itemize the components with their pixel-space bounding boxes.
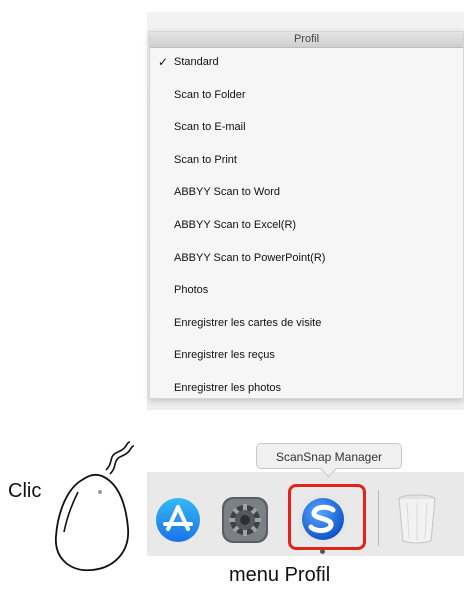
menu-item-save-photos[interactable]: Enregistrer les photos: [150, 374, 463, 407]
menu-item-receipts[interactable]: Enregistrer les reçus: [150, 341, 463, 374]
menu-item-abbyy-scan-to-excel[interactable]: ABBYY Scan to Excel(R): [150, 211, 463, 244]
menu-item-scan-to-folder[interactable]: Scan to Folder: [150, 81, 463, 114]
menu-item-label: Scan to Folder: [174, 88, 246, 101]
menu-item-label: ABBYY Scan to Word: [174, 186, 280, 199]
dock-tooltip: ScanSnap Manager: [256, 443, 402, 469]
profile-menu: Profil ✓ Standard Scan to Folder Scan to…: [149, 31, 464, 399]
menu-item-business-cards[interactable]: Enregistrer les cartes de visite: [150, 309, 463, 342]
menu-item-label: Scan to E-mail: [174, 121, 246, 134]
menu-item-label: Scan to Print: [174, 153, 237, 166]
menu-item-label: Photos: [174, 284, 209, 297]
app-store-icon[interactable]: [155, 497, 201, 543]
checkmark-icon: ✓: [158, 55, 169, 69]
menu-item-label: Enregistrer les cartes de visite: [174, 316, 322, 329]
menu-item-abbyy-scan-to-powerpoint[interactable]: ABBYY Scan to PowerPoint(R): [150, 244, 463, 277]
page: Profil ✓ Standard Scan to Folder Scan to…: [0, 0, 464, 592]
menu-item-scan-to-email[interactable]: Scan to E-mail: [150, 113, 463, 146]
click-label: Clic: [8, 480, 42, 502]
menu-item-label: ABBYY Scan to Excel(R): [174, 218, 297, 231]
menu-item-scan-to-print[interactable]: Scan to Print: [150, 146, 463, 179]
menu-caption: menu Profil: [229, 564, 331, 586]
menu-item-label: Standard: [174, 56, 219, 68]
dock-divider: [378, 490, 379, 546]
menu-item-label: Enregistrer les reçus: [174, 349, 275, 362]
scansnap-highlight: [288, 484, 366, 550]
trash-icon[interactable]: [395, 493, 439, 545]
menu-item-abbyy-scan-to-word[interactable]: ABBYY Scan to Word: [150, 178, 463, 211]
menu-title: Profil: [150, 32, 463, 48]
menu-item-standard[interactable]: ✓ Standard: [150, 48, 463, 81]
menu-item-label: Enregistrer les photos: [174, 381, 281, 394]
menu-item-label: ABBYY Scan to PowerPoint(R): [174, 251, 326, 264]
menu-item-list: ✓ Standard Scan to Folder Scan to E-mail…: [150, 48, 463, 407]
mouse-icon: [55, 441, 135, 572]
system-preferences-icon[interactable]: [220, 495, 270, 545]
menu-item-photos[interactable]: Photos: [150, 276, 463, 309]
